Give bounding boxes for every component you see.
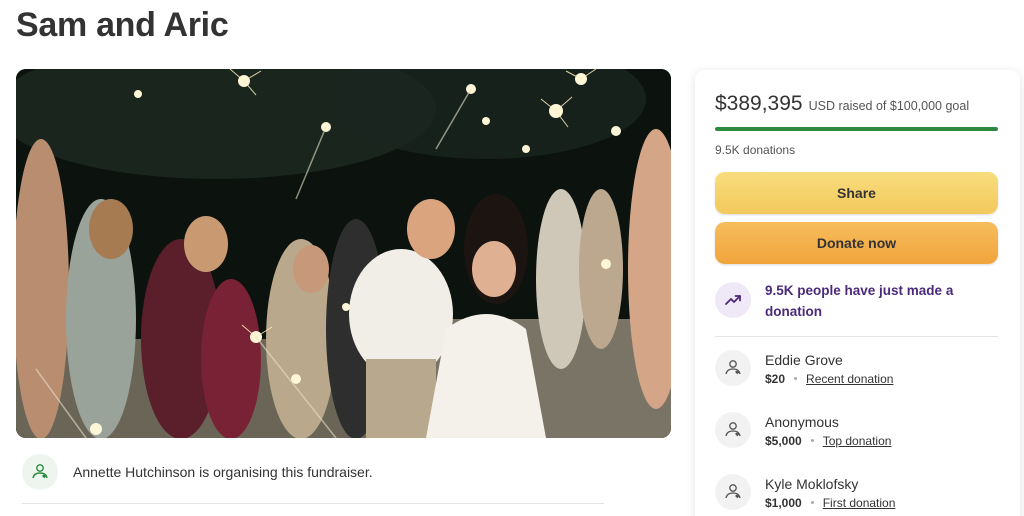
donor-tag-link[interactable]: Top donation (823, 434, 892, 448)
divider (22, 503, 604, 504)
separator-dot (794, 377, 798, 380)
donor-name: Eddie Grove (765, 351, 843, 368)
amount-raised: $389,395 (715, 92, 803, 115)
heart-hand-icon (715, 412, 751, 448)
donor-amount: $5,000 (765, 433, 802, 448)
separator-dot (810, 501, 814, 504)
goal-text: USD raised of $100,000 goal (808, 99, 970, 113)
donor-item: Kyle Moklofsky $1,000 First donation (715, 474, 895, 510)
donor-name: Anonymous (765, 413, 839, 430)
heart-hand-icon (715, 350, 751, 386)
organiser-text: Annette Hutchinson is organising this fu… (73, 464, 373, 480)
separator-dot (810, 439, 814, 442)
hero-photo-illustration (16, 69, 671, 438)
progress-fill (715, 127, 998, 131)
donor-amount: $1,000 (765, 495, 802, 510)
donor-item: Eddie Grove $20 Recent donation (715, 350, 893, 386)
trending-notice: 9.5K people have just made a donation (715, 280, 985, 322)
donor-name: Kyle Moklofsky (765, 475, 859, 492)
donation-card: $389,395 USD raised of $100,000 goal 9.5… (695, 70, 1020, 516)
donor-amount: $20 (765, 371, 786, 386)
progress-bar (715, 127, 998, 131)
raised-summary: $389,395 USD raised of $100,000 goal (715, 92, 969, 116)
trending-text: 9.5K people have just made a donation (765, 283, 954, 319)
donation-count: 9.5K donations (715, 143, 796, 157)
donor-item: Anonymous $5,000 Top donation (715, 412, 891, 448)
hero-photo (16, 69, 671, 438)
trending-up-icon (715, 282, 751, 318)
donor-tag-link[interactable]: Recent donation (806, 372, 893, 386)
share-button[interactable]: Share (715, 172, 998, 214)
heart-hand-icon (715, 474, 751, 510)
heart-hand-icon (22, 454, 58, 490)
divider (715, 336, 998, 337)
organiser-row: Annette Hutchinson is organising this fu… (22, 454, 373, 490)
page-title: Sam and Aric (16, 6, 229, 44)
donor-tag-link[interactable]: First donation (823, 496, 896, 510)
donate-now-button[interactable]: Donate now (715, 222, 998, 264)
